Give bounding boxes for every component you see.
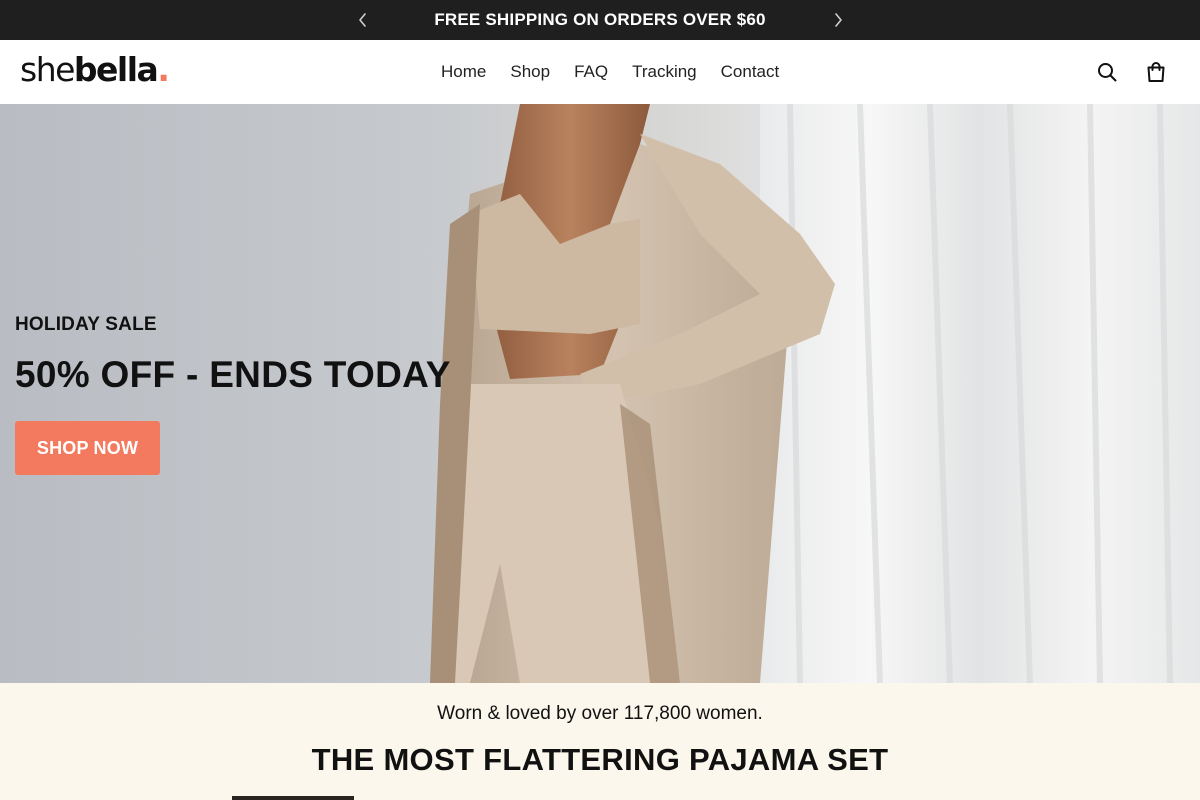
logo-part-bella: bella xyxy=(73,50,159,89)
shopping-bag-icon[interactable] xyxy=(1144,60,1168,84)
shop-now-button[interactable]: SHOP NOW xyxy=(15,421,160,475)
announcement-bar: FREE SHIPPING ON ORDERS OVER $60 xyxy=(0,0,1200,40)
nav-contact[interactable]: Contact xyxy=(721,62,780,82)
nav-home[interactable]: Home xyxy=(441,62,486,82)
product-image[interactable] xyxy=(232,796,354,800)
logo-dot: . xyxy=(157,50,170,89)
main-nav: Home Shop FAQ Tracking Contact xyxy=(441,40,779,104)
proof-subtitle: Worn & loved by over 117,800 women. xyxy=(437,703,763,724)
chevron-right-icon[interactable] xyxy=(829,11,847,29)
section-title: THE MOST FLATTERING PAJAMA SET xyxy=(311,742,889,777)
nav-tracking[interactable]: Tracking xyxy=(632,62,697,82)
search-icon[interactable] xyxy=(1095,60,1119,84)
hero-kicker: HOLIDAY SALE xyxy=(15,314,157,335)
nav-shop[interactable]: Shop xyxy=(510,62,550,82)
site-header: shebella. Home Shop FAQ Tracking Contact xyxy=(0,40,1200,104)
brand-logo[interactable]: shebella. xyxy=(20,50,170,90)
logo-part-she: she xyxy=(20,50,75,89)
nav-faq[interactable]: FAQ xyxy=(574,62,608,82)
social-proof-section: Worn & loved by over 117,800 women. THE … xyxy=(0,683,1200,800)
hero-title: 50% OFF - ENDS TODAY xyxy=(15,354,451,395)
announcement-text: FREE SHIPPING ON ORDERS OVER $60 xyxy=(434,10,766,29)
hero-banner: HOLIDAY SALE 50% OFF - ENDS TODAY SHOP N… xyxy=(0,104,1200,683)
